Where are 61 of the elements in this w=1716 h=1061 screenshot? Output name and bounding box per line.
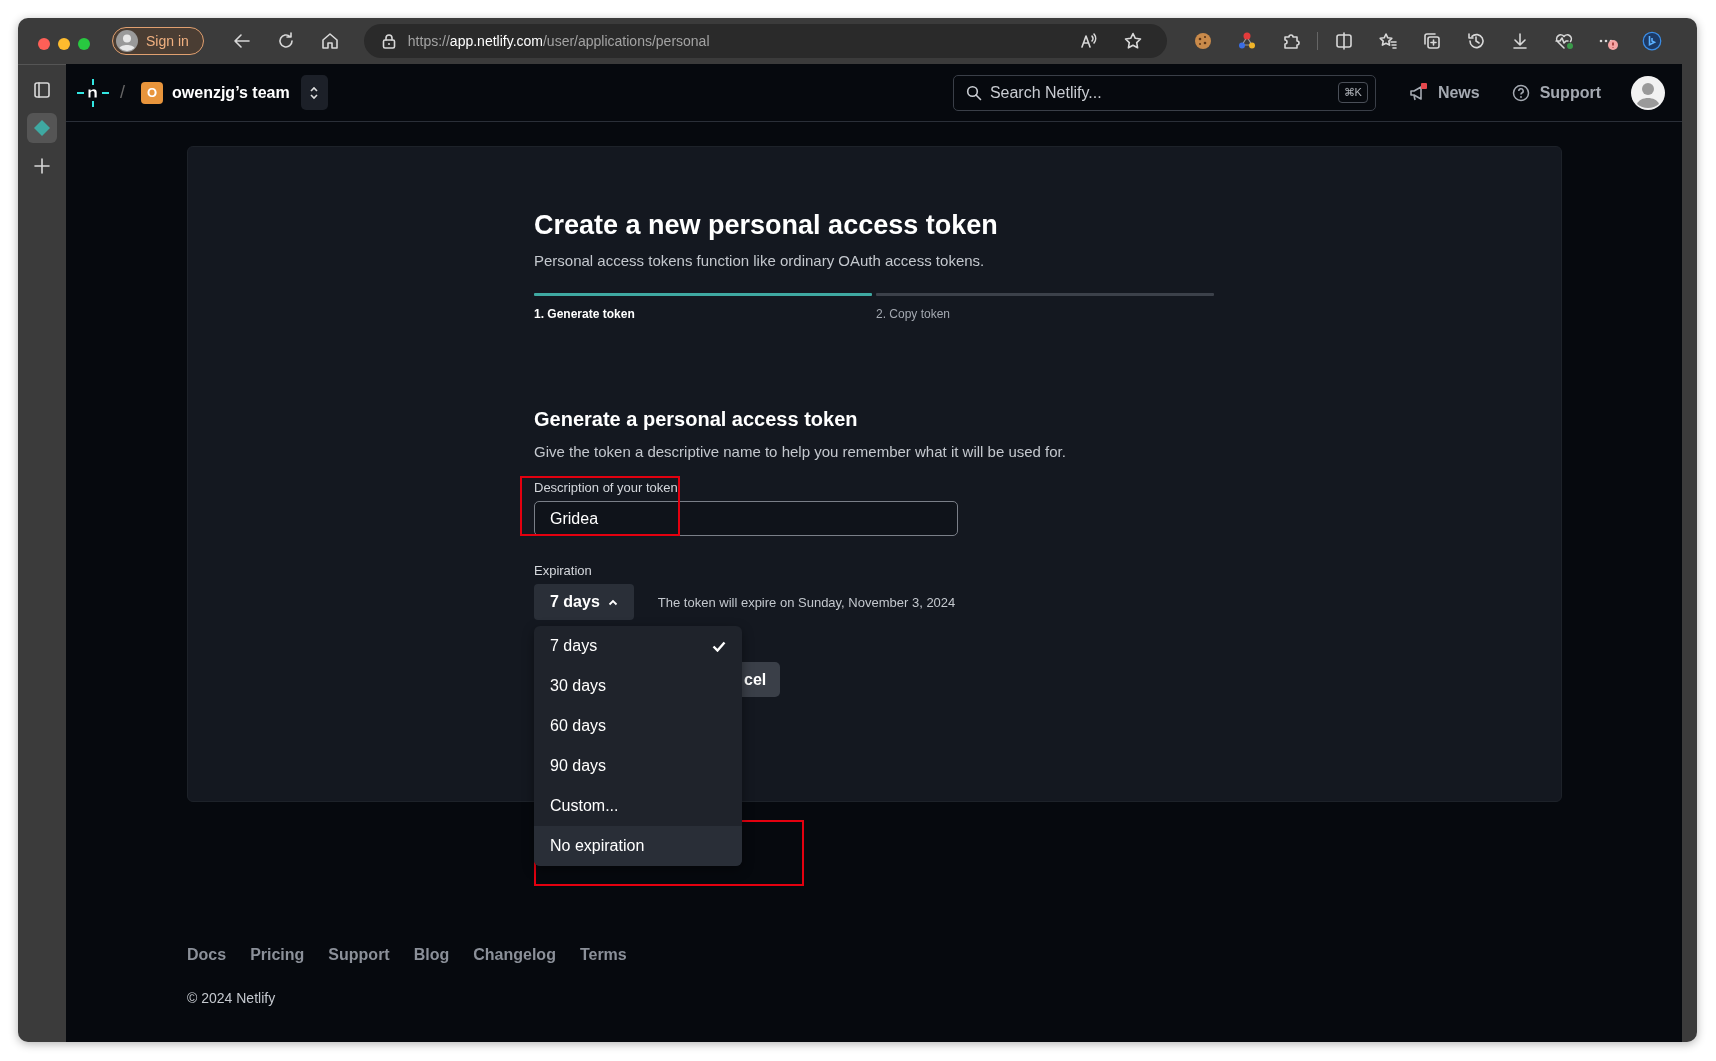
- footer-link[interactable]: Pricing: [250, 946, 305, 964]
- section-description: Give the token a descriptive name to help you remember what it will be used for.: [534, 443, 1067, 460]
- chevron-up-down-icon: [309, 85, 320, 100]
- add-icon[interactable]: [32, 156, 52, 176]
- field-label: Expiration: [534, 563, 593, 578]
- dropdown-option[interactable]: 7 days: [534, 626, 742, 666]
- section-heading: Generate a personal access token: [534, 408, 859, 431]
- expiration-dropdown[interactable]: 7 days: [534, 584, 634, 620]
- sign-in-button[interactable]: Sign in: [112, 27, 204, 55]
- dropdown-option[interactable]: 30 days: [534, 666, 742, 706]
- token-description-field[interactable]: Gridea: [534, 501, 958, 536]
- read-aloud-icon[interactable]: [1078, 31, 1099, 51]
- back-icon[interactable]: [231, 31, 252, 51]
- megaphone-icon: [1407, 82, 1428, 103]
- star-icon[interactable]: [1122, 31, 1143, 51]
- dropdown-option[interactable]: 90 days: [534, 746, 742, 786]
- footer-link[interactable]: Changelog: [473, 946, 556, 964]
- home-icon[interactable]: [319, 31, 340, 51]
- user-avatar-icon[interactable]: [1631, 75, 1665, 110]
- cookie-icon[interactable]: [1192, 31, 1213, 51]
- minimize-button[interactable]: [58, 38, 70, 50]
- search-icon: [965, 84, 982, 101]
- help-icon: [1511, 83, 1530, 102]
- footer-link[interactable]: Terms: [579, 946, 627, 964]
- close-button[interactable]: [38, 38, 50, 50]
- page-subtitle: Personal access tokens function like ordinary OAuth access tokens.: [534, 252, 986, 269]
- search-field[interactable]: Search Netlify... ⌘K: [952, 74, 1376, 111]
- url-text: https://app.netlify.com/user/applications/personal: [407, 33, 711, 49]
- copyright-text: © 2024 Netlify: [187, 990, 277, 1006]
- person-icon: [116, 30, 138, 52]
- collections-icon[interactable]: [1421, 31, 1442, 51]
- lock-icon: [381, 33, 396, 49]
- team-switcher-button[interactable]: [300, 75, 328, 110]
- step-label: 1. Generate token: [534, 307, 636, 321]
- step-label: 2. Copy token: [876, 307, 952, 321]
- nodes-icon[interactable]: [1236, 31, 1257, 51]
- tabs-icon[interactable]: [32, 80, 52, 100]
- header-link[interactable]: News: [1407, 82, 1480, 103]
- chevron-up-icon: [607, 598, 618, 606]
- history-icon[interactable]: [1465, 31, 1486, 51]
- maximize-button[interactable]: [78, 38, 90, 50]
- heart-pulse-icon[interactable]: [1553, 31, 1574, 51]
- netlify-logo-icon[interactable]: [76, 77, 110, 108]
- split-screen-icon[interactable]: [1333, 31, 1354, 51]
- breadcrumb-separator: /: [120, 82, 125, 103]
- dropdown-option[interactable]: Custom...: [534, 786, 742, 826]
- team-name[interactable]: owenzjg’s team: [172, 83, 290, 102]
- expiration-note: The token will expire on Sunday, November 3, 2024: [657, 594, 956, 610]
- footer-link[interactable]: Blog: [413, 946, 450, 964]
- footer-link[interactable]: Support: [328, 946, 390, 964]
- shortcut-key: ⌘K: [1337, 82, 1368, 103]
- team-avatar: O: [141, 81, 163, 104]
- favorites-icon[interactable]: [1377, 31, 1398, 51]
- page-title: Create a new personal access token: [534, 209, 999, 241]
- address-bar[interactable]: https://app.netlify.com/user/applications/personal: [363, 24, 1167, 58]
- footer-link[interactable]: Docs: [187, 946, 227, 964]
- header-link[interactable]: Support: [1511, 83, 1601, 102]
- dropdown-option[interactable]: 60 days: [534, 706, 742, 746]
- dropdown-option[interactable]: No expiration: [534, 826, 742, 866]
- cancel-button[interactable]: cel: [742, 662, 781, 697]
- field-label: Description of your token: [534, 480, 679, 495]
